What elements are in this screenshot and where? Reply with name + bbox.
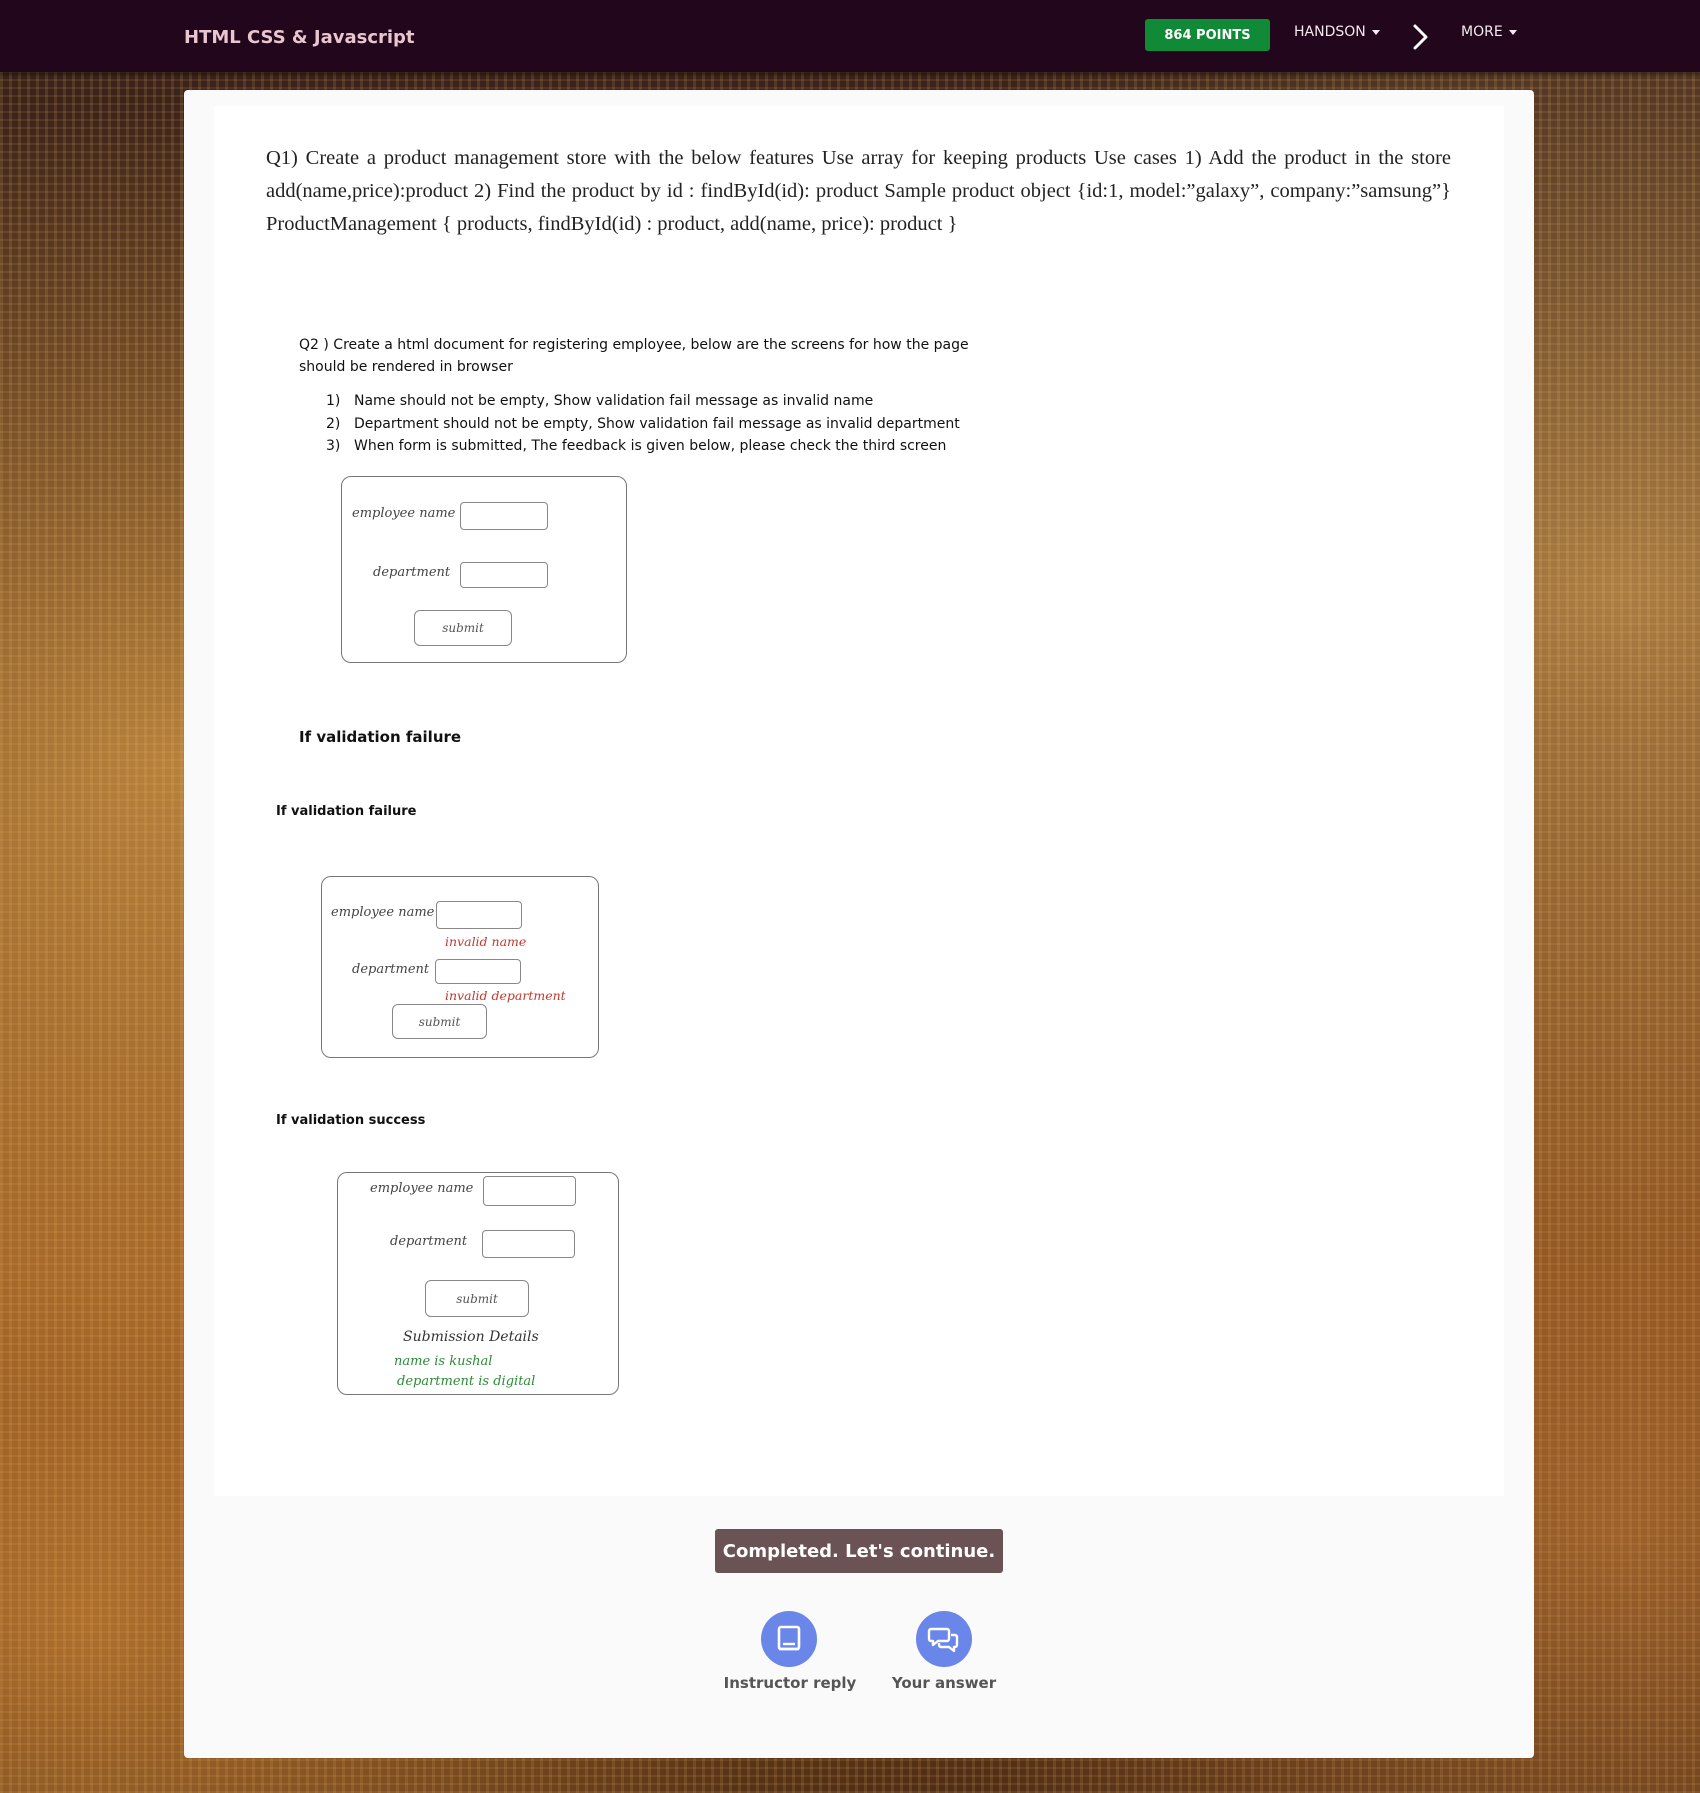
instructor-reply-button[interactable]: [761, 1611, 817, 1667]
sketch-invalid-department: invalid department: [445, 988, 566, 1003]
list-item: 1) Name should not be empty, Show validat…: [326, 393, 874, 409]
sketch-submission-details: Submission Details: [403, 1329, 539, 1345]
sketch-submit-button: submit: [392, 1004, 487, 1039]
sketch-label-employee-name: employee name: [352, 506, 456, 521]
top-navbar: HTML CSS & Javascript 864 POINTS HANDSON…: [0, 0, 1700, 72]
chevron-down-icon: [1508, 29, 1517, 35]
sketch-label-employee-name: employee name: [331, 905, 435, 920]
heading-validation-failure-2: If validation failure: [276, 804, 417, 819]
sketch-department-field: [482, 1230, 575, 1258]
form-sketch-success: employee name department submit Submissi…: [337, 1172, 619, 1395]
sketch-submit-button: submit: [414, 610, 512, 646]
sketch-label-department: department: [373, 565, 451, 580]
more-label: MORE: [1461, 24, 1503, 40]
book-icon: [777, 1625, 801, 1651]
question-1-text: Q1) Create a product management store wi…: [266, 147, 1451, 235]
chevron-down-icon: [1371, 29, 1380, 35]
handson-label: HANDSON: [1294, 24, 1366, 40]
question-2-title: Q2 ) Create a html document for register…: [299, 337, 969, 375]
instructor-reply-label[interactable]: Instructor reply: [710, 1674, 870, 1692]
question-card: Q1) Create a product management store wi…: [184, 90, 1534, 1758]
sketch-employee-name-field: [436, 901, 522, 929]
question-content: Q1) Create a product management store wi…: [214, 106, 1504, 1496]
completed-continue-button[interactable]: Completed. Let's continue.: [715, 1529, 1003, 1573]
points-badge[interactable]: 864 POINTS: [1145, 19, 1270, 51]
sketch-label-department: department: [390, 1234, 468, 1249]
heading-validation-success: If validation success: [276, 1113, 426, 1128]
list-item: 2) Department should not be empty, Show v…: [326, 415, 960, 432]
sketch-employee-name-field: [460, 502, 548, 530]
sketch-label-employee-name: employee name: [370, 1181, 474, 1196]
list-item: 3) When form is submitted, The feedback i…: [326, 438, 947, 454]
your-answer-label[interactable]: Your answer: [864, 1674, 1024, 1692]
more-menu[interactable]: MORE: [1461, 24, 1517, 40]
form-sketch-initial: employee name department submit: [341, 476, 627, 663]
handson-menu[interactable]: HANDSON: [1294, 24, 1380, 40]
chat-bubbles-icon: [927, 1627, 959, 1653]
sketch-name-result: name is kushal: [394, 1354, 493, 1369]
sketch-submit-button: submit: [425, 1280, 529, 1317]
sketch-employee-name-field: [483, 1176, 576, 1206]
question-2-list: 1) Name should not be empty, Show validat…: [326, 390, 960, 458]
form-sketch-failure: employee name invalid name department in…: [321, 876, 599, 1058]
sketch-department-result: department is digital: [397, 1374, 536, 1389]
heading-validation-failure: If validation failure: [299, 728, 462, 746]
your-answer-button[interactable]: [916, 1611, 972, 1667]
chevron-right-icon[interactable]: [1410, 22, 1432, 52]
sketch-invalid-name: invalid name: [445, 934, 527, 949]
sketch-label-department: department: [352, 962, 430, 977]
sketch-department-field: [460, 562, 548, 588]
course-title[interactable]: HTML CSS & Javascript: [184, 27, 415, 48]
sketch-department-field: [435, 959, 521, 984]
